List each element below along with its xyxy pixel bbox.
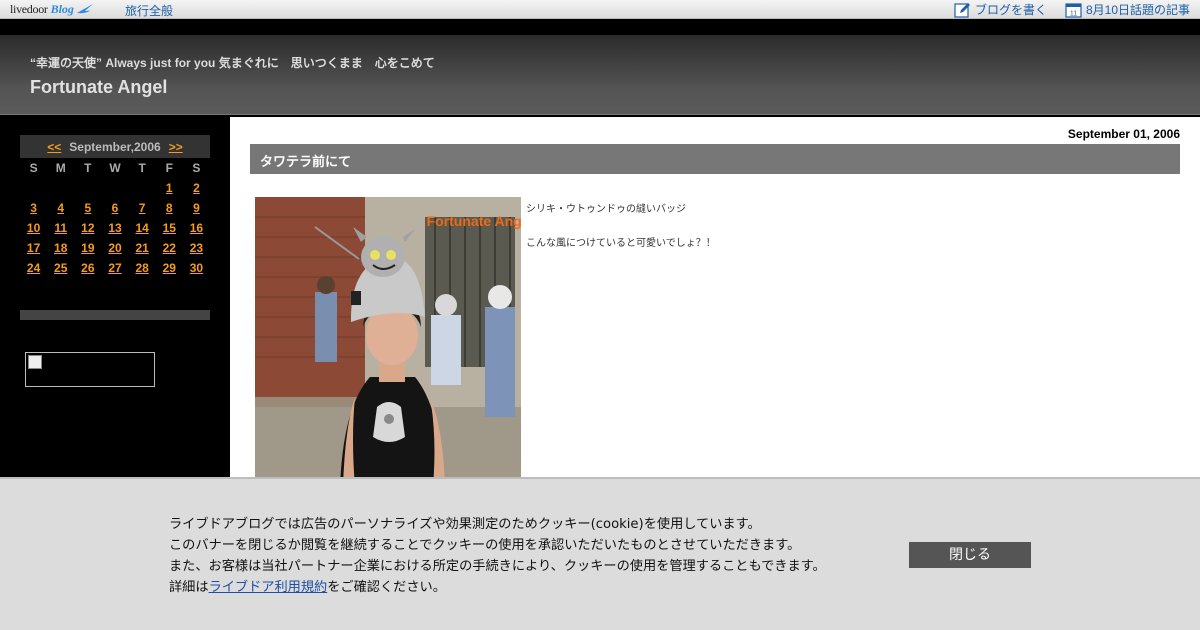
cookie-details-prefix: 詳細は <box>169 580 209 595</box>
calendar-day-link[interactable]: 26 <box>81 261 94 275</box>
weekday-header: T <box>84 161 92 175</box>
calendar-day-link[interactable]: 2 <box>193 181 200 195</box>
calendar-day-link[interactable]: 25 <box>54 261 67 275</box>
cookie-message: ライブドアブログでは広告のパーソナライズや効果測定のためクッキー(cookie)… <box>169 514 826 598</box>
weekday-header: S <box>29 161 38 175</box>
calendar-day-link[interactable]: 24 <box>27 261 40 275</box>
trending-articles-link[interactable]: 8月10日話題の記事 <box>1086 1 1190 18</box>
blog-title[interactable]: Fortunate Angel <box>30 77 167 98</box>
calendar-day-link[interactable]: 1 <box>166 181 173 195</box>
calendar-icon[interactable]: 11 <box>1065 2 1082 18</box>
logo-blog-text: Blog <box>50 1 74 16</box>
entry-text-line: シリキ・ウトゥンドゥの縫いバッジ <box>526 204 686 215</box>
entry-date: September 01, 2006 <box>1067 127 1180 141</box>
calendar-day-link[interactable]: 13 <box>108 221 121 235</box>
calendar-day-link[interactable]: 3 <box>30 201 37 215</box>
logo-livedoor-text: livedoor <box>10 1 48 16</box>
calendar-day-link[interactable]: 28 <box>135 261 148 275</box>
weekday-header: F <box>165 161 173 175</box>
blog-header: “幸運の天使” Always just for you 気まぐれに 思いつくまま… <box>0 35 1200 115</box>
entry-title[interactable]: タワテラ前にて <box>250 144 1180 174</box>
calendar-next-link[interactable]: >> <box>169 140 183 154</box>
entry-photo[interactable]: Fortunate Angel <box>255 197 521 487</box>
calendar-day-link[interactable]: 23 <box>190 241 203 255</box>
calendar-day-link[interactable]: 16 <box>190 221 203 235</box>
calendar-day-link[interactable]: 11 <box>54 221 67 235</box>
calendar-day-link[interactable]: 6 <box>112 201 119 215</box>
calendar-grid: S M T W T F S 1 2 3 4 5 6 7 8 9 10 11 12… <box>20 158 210 278</box>
weekday-header: W <box>109 161 121 175</box>
calendar-day-link[interactable]: 21 <box>135 241 148 255</box>
broken-image-icon <box>28 355 42 369</box>
calendar-prev-link[interactable]: << <box>47 140 61 154</box>
livedoor-blog-logo[interactable]: livedoor Blog <box>10 1 94 17</box>
calendar-day-link[interactable]: 29 <box>163 261 176 275</box>
calendar-day-link[interactable]: 17 <box>27 241 40 255</box>
calendar-day-link[interactable]: 30 <box>190 261 203 275</box>
calendar-icon-day: 11 <box>1070 10 1077 17</box>
pencil-edit-icon[interactable] <box>954 2 971 18</box>
entry-body: シリキ・ウトゥンドゥの縫いバッジ こんな風につけていると可愛いでしょ？！ <box>526 201 716 252</box>
calendar-widget: << September,2006 >> S M T W T F S 1 2 3… <box>20 135 210 278</box>
weekday-header: T <box>138 161 146 175</box>
cookie-message-line: 詳細はライブドア利用規約をご確認ください。 <box>169 577 826 598</box>
weekday-header: M <box>55 161 66 175</box>
entry-text-line: こんな風につけていると可愛いでしょ？！ <box>526 238 716 249</box>
calendar-month-label: September,2006 <box>69 139 161 154</box>
calendar-header: << September,2006 >> <box>20 135 210 158</box>
cookie-message-line: このバナーを閉じるか閲覧を継続することでクッキーの使用を承認いただいたものとさせ… <box>169 538 801 553</box>
calendar-day-link[interactable]: 4 <box>57 201 64 215</box>
calendar-day-link[interactable]: 9 <box>193 201 200 215</box>
cookie-message-line: ライブドアブログでは広告のパーソナライズや効果測定のためクッキー(cookie)… <box>169 517 761 532</box>
write-blog-link[interactable]: ブログを書く <box>975 1 1047 18</box>
photo-watermark: Fortunate Angel <box>427 213 521 229</box>
calendar-day-link[interactable]: 10 <box>27 221 40 235</box>
blog-tagline: “幸運の天使” Always just for you 気まぐれに 思いつくまま… <box>30 56 435 70</box>
calendar-day-link[interactable]: 18 <box>54 241 67 255</box>
calendar-day-link[interactable]: 22 <box>163 241 176 255</box>
calendar-day-link[interactable]: 19 <box>81 241 94 255</box>
terms-of-use-link[interactable]: ライブドア利用規約 <box>209 580 328 595</box>
calendar-day-link[interactable]: 12 <box>81 221 94 235</box>
category-link[interactable]: 旅行全般 <box>125 2 173 19</box>
entry-photo-illustration: Fortunate Angel <box>255 197 521 487</box>
calendar-day-link[interactable]: 5 <box>85 201 92 215</box>
calendar-day-link[interactable]: 14 <box>135 221 148 235</box>
calendar-day-link[interactable]: 7 <box>139 201 146 215</box>
sidebar-divider <box>20 310 210 320</box>
calendar-day-link[interactable]: 27 <box>108 261 121 275</box>
calendar-day-link[interactable]: 8 <box>166 201 173 215</box>
calendar-day-link[interactable]: 20 <box>108 241 121 255</box>
weekday-header: S <box>192 161 201 175</box>
livedoor-topbar: livedoor Blog 旅行全般 ブログを書く 11 8月10日話題の記事 <box>0 0 1200 19</box>
cookie-message-line: また、お客様は当社パートナー企業における所定の手続きにより、クッキーの使用を管理… <box>169 559 826 574</box>
cookie-consent-banner: ライブドアブログでは広告のパーソナライズや効果測定のためクッキー(cookie)… <box>0 477 1200 630</box>
cookie-close-button[interactable]: 閉じる <box>909 542 1031 568</box>
calendar-day-link[interactable]: 15 <box>163 221 176 235</box>
black-strip <box>0 20 1200 35</box>
cookie-details-suffix: をご確認ください。 <box>327 580 446 595</box>
swallow-icon <box>76 4 93 14</box>
sidebar-banner-image[interactable] <box>25 352 155 387</box>
